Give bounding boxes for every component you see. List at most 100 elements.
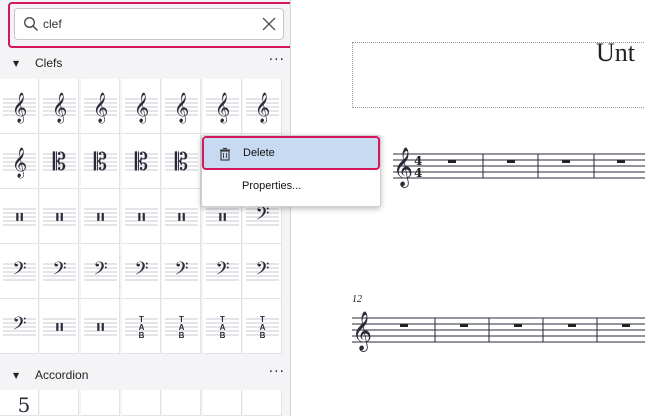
clef-icon: 𝄡 <box>165 148 198 176</box>
search-input[interactable] <box>43 14 243 34</box>
clef-cell-bass-15mb[interactable]: 𝄢 <box>122 244 161 299</box>
clef-cell-percussion-1[interactable]: 𝄥 <box>0 189 39 244</box>
score-canvas[interactable]: Unt 4 4 𝄞 𝄞 12 <box>292 0 645 416</box>
clef-icon: 𝄥 <box>43 206 76 231</box>
properties-menu-item[interactable]: Properties... <box>202 174 380 202</box>
staff-system-1[interactable]: 4 4 𝄞𝄞 <box>292 0 645 416</box>
clef-cell-treble-15mb[interactable]: 𝄞 <box>162 79 201 134</box>
clef-icon: TAB <box>125 315 158 340</box>
accordion-cell[interactable] <box>40 390 79 416</box>
clef-icon: 𝄢 <box>3 314 36 339</box>
search-icon <box>24 17 38 31</box>
clef-icon: 𝄡 <box>43 148 76 176</box>
clef-icon: 𝄥 <box>84 206 117 231</box>
palette-panel: ▼ Clefs ··· 𝄞𝄞𝄞𝄞𝄞𝄞𝄞𝄞𝄡𝄡𝄡𝄡𝄡𝄡𝄥𝄥𝄥𝄥𝄥𝄥𝄢𝄢𝄢𝄢𝄢𝄢𝄢𝄢… <box>0 0 291 416</box>
clef-cell-bass-15ma[interactable]: 𝄢 <box>40 244 79 299</box>
svg-text:𝄡: 𝄡 <box>175 148 188 176</box>
staff-2 <box>352 317 645 343</box>
clef-icon: 𝄥 <box>84 316 117 341</box>
svg-text:𝄞: 𝄞 <box>255 92 270 124</box>
clef-cell-bass-8vb-small[interactable]: 𝄢 <box>81 244 120 299</box>
svg-text:𝄡: 𝄡 <box>53 148 66 176</box>
clef-cell-tab-thin[interactable]: TAB <box>243 299 282 354</box>
clef-cell-bass-baritone[interactable]: 𝄢 <box>203 244 242 299</box>
svg-text:𝄞: 𝄞 <box>215 92 230 124</box>
svg-text:𝄢: 𝄢 <box>52 259 66 284</box>
accordion-cell[interactable]: 5 <box>0 390 39 416</box>
clef-icon: 𝄥 <box>3 206 36 231</box>
clef-cell-tab-large[interactable]: TAB <box>122 299 161 354</box>
clef-cell-c-clef-3[interactable]: 𝄡 <box>122 134 161 189</box>
more-options-icon[interactable]: ··· <box>269 364 285 380</box>
clef-cell-treble[interactable]: 𝄞 <box>0 79 39 134</box>
clef-cell-percussion-2[interactable]: 𝄥 <box>40 189 79 244</box>
accordion-cell[interactable] <box>122 390 161 416</box>
svg-text:𝄞: 𝄞 <box>12 147 27 179</box>
section-header-clefs[interactable]: ▼ Clefs ··· <box>0 52 290 78</box>
properties-label: Properties... <box>242 180 302 192</box>
delete-menu-item[interactable]: Delete <box>202 136 380 170</box>
clef-cell-bass-outline[interactable]: 𝄢 <box>243 244 282 299</box>
search-highlight <box>8 2 290 48</box>
svg-text:𝄞: 𝄞 <box>12 92 27 124</box>
clef-cell-treble-8va[interactable]: 𝄞 <box>40 79 79 134</box>
clef-cell-c-clef-4[interactable]: 𝄡 <box>162 134 201 189</box>
svg-text:𝄢: 𝄢 <box>134 259 148 284</box>
clef-cell-percussion-box[interactable]: 𝄥 <box>81 299 120 354</box>
search-field[interactable] <box>14 8 284 40</box>
accordion-cell[interactable] <box>203 390 242 416</box>
clef-cell-bass-old[interactable]: 𝄢 <box>0 299 39 354</box>
clef-icon: TAB <box>165 315 198 340</box>
clef-icon: 𝄞 <box>84 92 117 124</box>
clear-icon[interactable] <box>261 16 277 32</box>
clef-icon: 𝄢 <box>165 259 198 284</box>
clef-cell-treble-plain[interactable]: 𝄞 <box>0 134 39 189</box>
svg-text:𝄥: 𝄥 <box>16 206 23 231</box>
clef-icon: 𝄢 <box>84 259 117 284</box>
clef-cell-treble-double[interactable]: 𝄞 <box>203 79 242 134</box>
clef-icon: 𝄢 <box>246 259 279 284</box>
svg-text:4: 4 <box>414 166 422 180</box>
svg-text:5: 5 <box>18 393 31 416</box>
accordion-cell[interactable] <box>162 390 201 416</box>
clef-icon: 𝄢 <box>43 259 76 284</box>
clef-cell-c-clef-2[interactable]: 𝄡 <box>81 134 120 189</box>
accordion-cell[interactable] <box>243 390 282 416</box>
clef-icon: 𝄡 <box>84 148 117 176</box>
clef-cell-c-clef-1[interactable]: 𝄡 <box>40 134 79 189</box>
clef-cell-bass-8va[interactable]: 𝄢 <box>0 244 39 299</box>
treble-clef-icon: 𝄞 <box>393 147 413 188</box>
clef-cell-percussion-4[interactable]: 𝄥 <box>122 189 161 244</box>
clef-cell-treble-8vb-paren[interactable]: 𝄞 <box>243 79 282 134</box>
clef-cell-treble-15ma[interactable]: 𝄞 <box>81 79 120 134</box>
context-menu: Delete Properties... <box>201 135 381 207</box>
clef-cell-tab-serif[interactable]: TAB <box>203 299 242 354</box>
measure-number: 12 <box>352 294 362 305</box>
svg-text:𝄥: 𝄥 <box>56 316 63 341</box>
svg-text:𝄞: 𝄞 <box>174 92 189 124</box>
clef-icon: 𝄞 <box>165 92 198 124</box>
clef-cell-tab-small[interactable]: TAB <box>162 299 201 354</box>
clef-icon: 𝄥 <box>43 316 76 341</box>
clef-cell-bass[interactable]: 𝄢 <box>162 244 201 299</box>
svg-text:𝄥: 𝄥 <box>97 316 104 341</box>
svg-text:𝄢: 𝄢 <box>174 259 188 284</box>
clef-icon: 𝄡 <box>125 148 158 176</box>
accordion-cell[interactable] <box>81 390 120 416</box>
more-options-icon[interactable]: ··· <box>269 52 285 68</box>
clef-icon: 𝄥 <box>125 206 158 231</box>
collapse-triangle-icon[interactable]: ▼ <box>13 371 19 380</box>
section-header-accordion[interactable]: ▼ Accordion ··· <box>0 364 290 390</box>
clef-cell-percussion-5[interactable]: 𝄥 <box>162 189 201 244</box>
clef-icon: 𝄞 <box>246 92 279 124</box>
clef-icon: 𝄞 <box>3 92 36 124</box>
svg-text:𝄡: 𝄡 <box>94 148 107 176</box>
svg-text:𝄥: 𝄥 <box>219 206 226 231</box>
clef-cell-treble-8vb[interactable]: 𝄞 <box>122 79 161 134</box>
clef-cell-percussion-3[interactable]: 𝄥 <box>81 189 120 244</box>
clef-icon: TAB <box>206 315 239 340</box>
clef-icon: 𝄢 <box>3 259 36 284</box>
collapse-triangle-icon[interactable]: ▼ <box>13 59 19 68</box>
clef-grid: 𝄞𝄞𝄞𝄞𝄞𝄞𝄞𝄞𝄡𝄡𝄡𝄡𝄡𝄡𝄥𝄥𝄥𝄥𝄥𝄥𝄢𝄢𝄢𝄢𝄢𝄢𝄢𝄢𝄢𝄥𝄥TABTABTAB… <box>0 79 290 355</box>
clef-cell-percussion-bars[interactable]: 𝄥 <box>40 299 79 354</box>
